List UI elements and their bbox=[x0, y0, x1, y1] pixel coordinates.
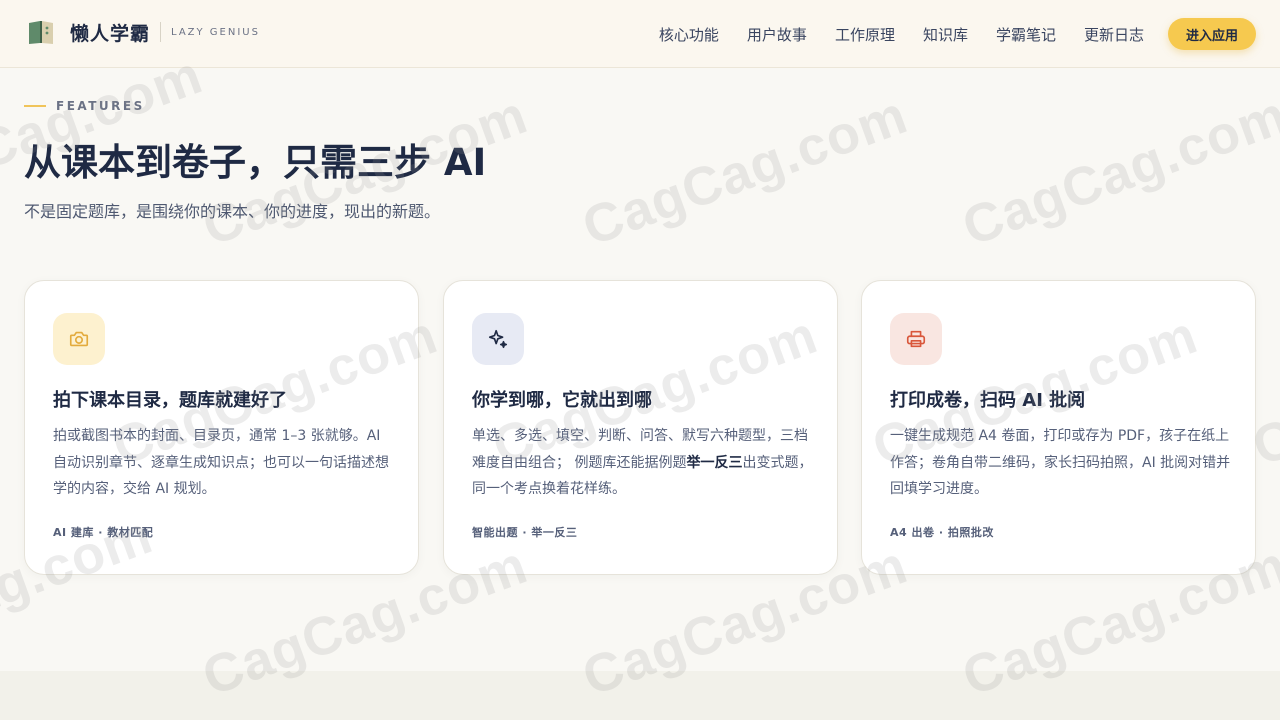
brand-name: 懒人学霸 bbox=[70, 22, 151, 45]
feature-card-generate: 你学到哪，它就出到哪 单选、多选、填空、判断、问答、默写六种题型，三档难度自由组… bbox=[443, 280, 838, 575]
page: 懒人学霸 LAZY GENIUS 核心功能 用户故事 工作原理 知识库 学霸笔记… bbox=[0, 0, 1280, 671]
card-description: 一键生成规范 A4 卷面，打印或存为 PDF，孩子在纸上作答；卷角自带二维码，家… bbox=[890, 428, 1231, 497]
section-title: 从课本到卷子，只需三步 AI bbox=[24, 141, 487, 184]
enter-app-button[interactable]: 进入应用 bbox=[1168, 18, 1256, 50]
feature-card-scan: 拍下课本目录，题库就建好了 拍或截图书本的封面、目录页，通常 1–3 张就够。A… bbox=[24, 280, 419, 575]
card-title: 拍下课本目录，题库就建好了 bbox=[53, 390, 287, 411]
card-icon-wrap bbox=[890, 313, 942, 365]
card-description-highlight: 举一反三 bbox=[686, 454, 743, 471]
nav-item-how-it-works[interactable]: 工作原理 bbox=[835, 24, 895, 45]
nav-item-changelog[interactable]: 更新日志 bbox=[1084, 24, 1144, 45]
card-icon-wrap bbox=[53, 313, 105, 365]
brand-divider bbox=[160, 22, 162, 42]
brand-subtitle: LAZY GENIUS bbox=[171, 26, 260, 38]
card-tag: A4 出卷 · 拍照批改 bbox=[890, 526, 994, 539]
card-tag: 智能出题 · 举一反三 bbox=[472, 526, 578, 539]
nav-item-features[interactable]: 核心功能 bbox=[659, 24, 719, 45]
nav-item-knowledge-base[interactable]: 知识库 bbox=[923, 24, 968, 45]
sparkle-icon bbox=[488, 329, 508, 349]
card-description: 拍或截图书本的封面、目录页，通常 1–3 张就够。AI 自动识别章节、逐章生成知… bbox=[53, 428, 389, 497]
section-eyebrow: FEATURES bbox=[24, 99, 145, 113]
card-title: 打印成卷，扫码 AI 批阅 bbox=[890, 390, 1086, 411]
printer-icon bbox=[906, 330, 926, 348]
book-icon bbox=[29, 21, 53, 44]
camera-icon bbox=[69, 331, 89, 347]
card-title: 你学到哪，它就出到哪 bbox=[472, 390, 652, 411]
card-icon-wrap bbox=[472, 313, 524, 365]
eyebrow-line bbox=[24, 105, 46, 107]
main-nav: 核心功能 用户故事 工作原理 知识库 学霸笔记 更新日志 bbox=[659, 0, 1144, 68]
top-navbar: 懒人学霸 LAZY GENIUS 核心功能 用户故事 工作原理 知识库 学霸笔记… bbox=[0, 0, 1280, 68]
card-tag: AI 建库 · 教材匹配 bbox=[53, 526, 154, 539]
nav-item-notes[interactable]: 学霸笔记 bbox=[996, 24, 1056, 45]
feature-card-print: 打印成卷，扫码 AI 批阅 一键生成规范 A4 卷面，打印或存为 PDF，孩子在… bbox=[861, 280, 1256, 575]
eyebrow-label: FEATURES bbox=[56, 99, 145, 113]
brand[interactable]: 懒人学霸 LAZY GENIUS bbox=[26, 17, 260, 47]
nav-item-stories[interactable]: 用户故事 bbox=[747, 24, 807, 45]
section-subtitle: 不是固定题库，是围绕你的课本、你的进度，现出的新题。 bbox=[24, 202, 441, 221]
card-description: 单选、多选、填空、判断、问答、默写六种题型，三档难度自由组合； 例题库还能据例题… bbox=[472, 423, 817, 503]
